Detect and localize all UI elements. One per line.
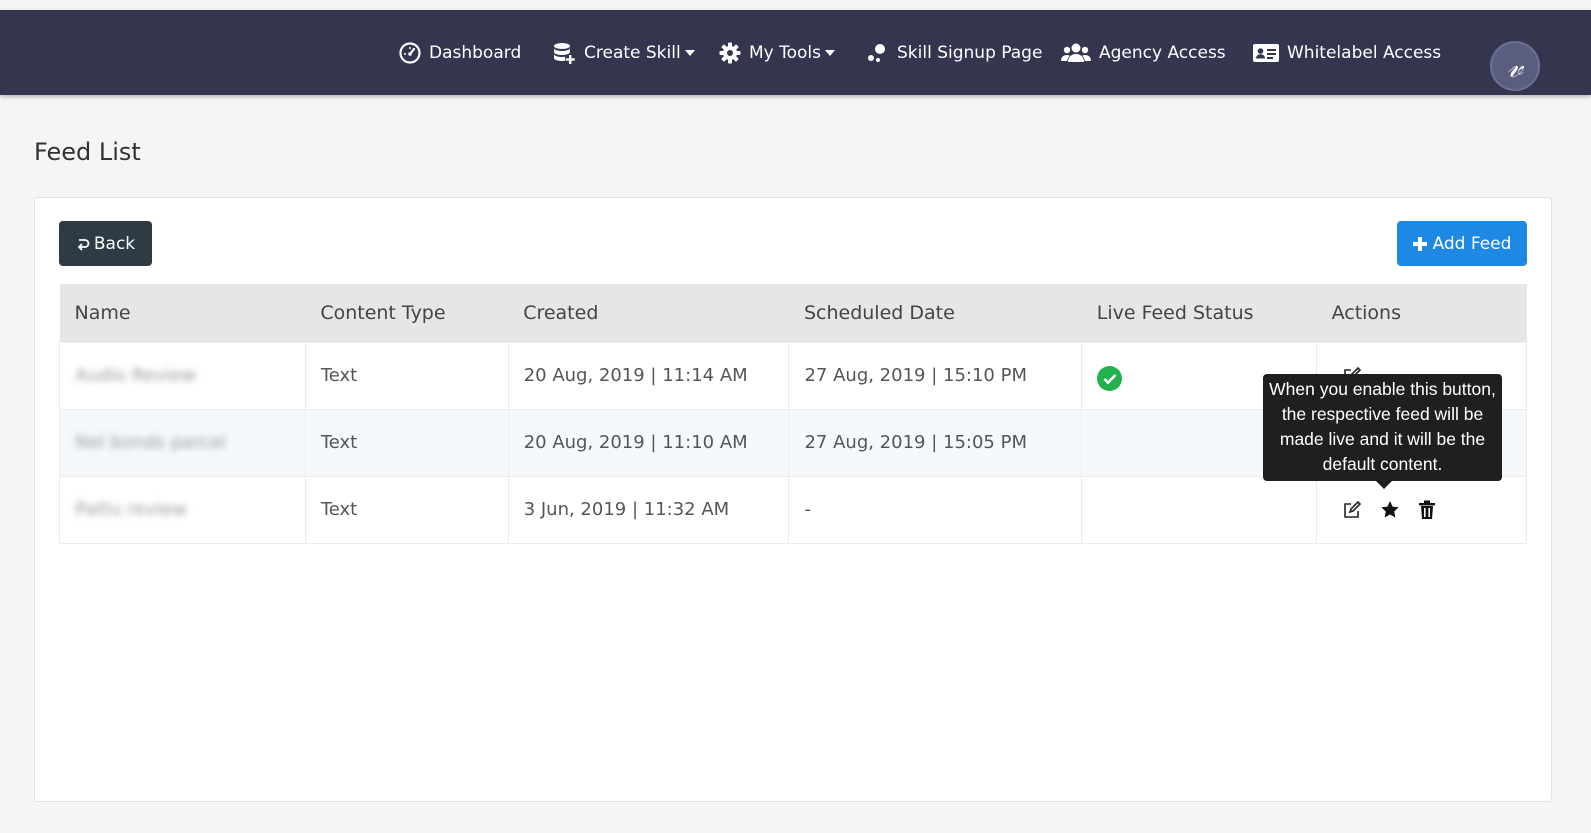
share-nodes-icon xyxy=(868,43,885,62)
dashboard-icon xyxy=(399,41,421,64)
back-button-label: Back xyxy=(93,233,136,254)
nav-whitelabel-label: Whitelabel Access xyxy=(1287,42,1442,63)
trash-icon[interactable] xyxy=(1418,500,1436,520)
nav-agency-access[interactable]: Agency Access xyxy=(1061,10,1226,95)
header-scheduled-date[interactable]: Scheduled Date xyxy=(789,284,1082,342)
feed-name: Pattu review xyxy=(59,475,306,544)
user-avatar[interactable]: 𝓋 xyxy=(1490,41,1540,91)
id-card-icon xyxy=(1253,43,1279,62)
live-check-icon xyxy=(1097,366,1123,391)
feed-content-type: Text xyxy=(304,408,509,477)
header-content-type[interactable]: Content Type xyxy=(305,284,508,342)
nav-create-skill[interactable]: Create Skill xyxy=(552,10,695,95)
nav-skill-signup-label: Skill Signup Page xyxy=(897,42,1043,63)
feed-content-type: Text xyxy=(304,475,509,544)
feed-live-status xyxy=(1081,475,1318,544)
nav-dashboard-label: Dashboard xyxy=(429,42,522,63)
back-arrow-icon xyxy=(77,238,90,251)
add-feed-button[interactable]: Add Feed xyxy=(1397,221,1527,266)
header-actions: Actions xyxy=(1331,301,1401,324)
feed-name: Nel bonds parcel xyxy=(59,408,306,477)
table-header-row: Name Content Type Created Scheduled Date… xyxy=(59,284,1527,342)
edit-icon[interactable] xyxy=(1342,500,1362,520)
nav-agency-access-label: Agency Access xyxy=(1099,42,1226,63)
feed-created: 20 Aug, 2019 | 11:10 AM xyxy=(507,408,790,477)
feed-scheduled-date: 27 Aug, 2019 | 15:05 PM xyxy=(788,408,1083,477)
users-icon xyxy=(1061,43,1091,62)
chevron-down-icon xyxy=(825,49,836,56)
feed-actions xyxy=(1316,475,1527,544)
feed-created: 20 Aug, 2019 | 11:14 AM xyxy=(507,341,790,410)
feed-scheduled-date: - xyxy=(788,475,1083,544)
gear-icon xyxy=(719,42,741,63)
header-live-feed-status[interactable]: Live Feed Status xyxy=(1082,284,1317,342)
tooltip-line: When you enable this button, xyxy=(1269,379,1496,399)
feed-created: 3 Jun, 2019 | 11:32 AM xyxy=(507,475,790,544)
feed-scheduled-date: 27 Aug, 2019 | 15:10 PM xyxy=(788,341,1083,410)
nav-whitelabel-access[interactable]: Whitelabel Access xyxy=(1253,10,1441,95)
tooltip-line: the respective feed will be xyxy=(1281,404,1484,424)
nav-my-tools[interactable]: My Tools xyxy=(719,10,836,95)
tooltip-line: default content. xyxy=(1322,454,1443,474)
plus-icon xyxy=(1412,236,1427,251)
add-feed-label: Add Feed xyxy=(1432,233,1512,254)
nav-create-skill-label: Create Skill xyxy=(584,42,681,63)
page-title: Feed List xyxy=(34,138,141,166)
nav-my-tools-label: My Tools xyxy=(749,42,822,63)
header-name[interactable]: Name xyxy=(60,284,306,342)
nav-dashboard[interactable]: Dashboard xyxy=(399,10,521,95)
top-navbar: Dashboard Create Skill My Tools Skill Si… xyxy=(0,10,1591,95)
table-row: Pattu review Text 3 Jun, 2019 | 11:32 AM… xyxy=(59,475,1527,544)
header-created[interactable]: Created xyxy=(508,284,789,342)
feed-name: Audio Review xyxy=(59,341,306,410)
feed-content-type: Text xyxy=(304,341,509,410)
database-plus-icon xyxy=(554,42,575,64)
nav-skill-signup-page[interactable]: Skill Signup Page xyxy=(867,10,1042,95)
top-strip xyxy=(0,0,1591,10)
live-feed-tooltip: When you enable this button, the respect… xyxy=(1263,374,1502,489)
feed-list-card: Back Add Feed Name Content Type Created … xyxy=(34,197,1552,802)
chevron-down-icon xyxy=(684,49,695,56)
star-icon[interactable] xyxy=(1380,500,1400,520)
tooltip-line: made live and it will be the xyxy=(1279,429,1486,449)
back-button[interactable]: Back xyxy=(59,221,152,266)
